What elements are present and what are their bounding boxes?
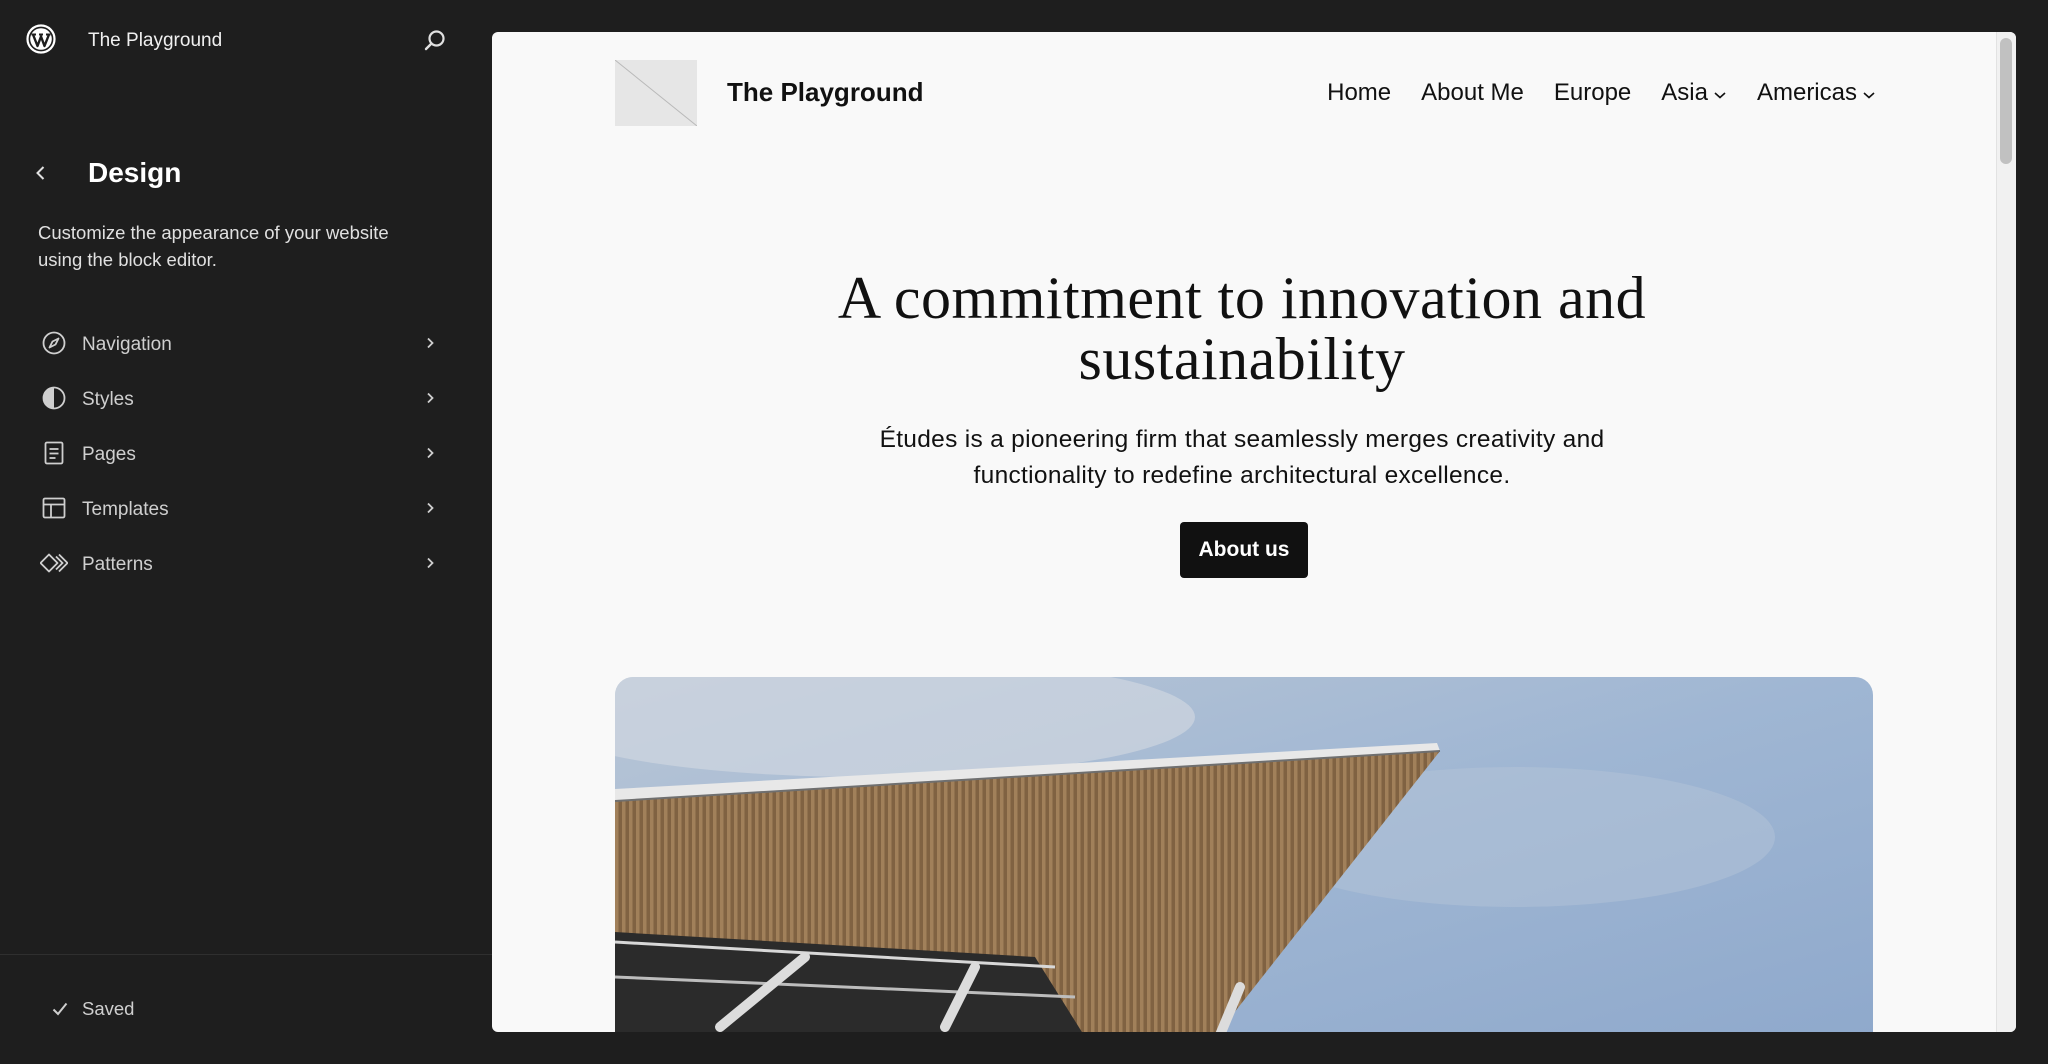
panel-description: Customize the appearance of your website…	[38, 222, 389, 270]
menu-item-label: Templates	[82, 499, 169, 520]
scrollbar-thumb[interactable]	[2000, 38, 2012, 164]
wordpress-logo-icon[interactable]	[26, 24, 56, 54]
placeholder-image-icon	[614, 59, 698, 127]
hero-image[interactable]	[615, 677, 1873, 1032]
chevron-right-icon	[427, 392, 434, 404]
back-button[interactable]	[26, 158, 56, 188]
nav-item-home[interactable]: Home	[1327, 79, 1391, 107]
menu-item-label: Pages	[82, 444, 136, 465]
chevron-right-icon	[427, 447, 434, 459]
menu-item-label: Patterns	[82, 554, 153, 575]
preview-scrollbar[interactable]	[1996, 32, 2016, 1032]
styles-icon	[42, 386, 66, 410]
hero-paragraph[interactable]: Études is a pioneering firm that seamles…	[842, 422, 1642, 494]
site-editor-sidebar: The Playground Design Customize the appe…	[0, 0, 492, 1064]
pages-icon	[44, 441, 64, 465]
design-menu: Navigation Styles Pages Templates Patter…	[30, 316, 458, 591]
nav-item-label: About Me	[1421, 79, 1524, 106]
menu-item-navigation[interactable]: Navigation	[30, 316, 458, 371]
chevron-down-icon	[1714, 92, 1726, 99]
save-status-label: Saved	[82, 998, 135, 1019]
nav-item-label: Americas	[1756, 79, 1857, 106]
chevron-right-icon	[427, 337, 434, 349]
sidebar-topbar: The Playground	[0, 0, 492, 84]
menu-item-label: Navigation	[82, 334, 172, 355]
site-logo-placeholder[interactable]	[614, 59, 698, 127]
menu-item-pages[interactable]: Pages	[30, 426, 458, 481]
nav-item-about-me[interactable]: About Me	[1421, 79, 1524, 107]
save-status: Saved	[50, 998, 134, 1020]
templates-icon	[42, 497, 66, 519]
search-button[interactable]	[420, 26, 450, 56]
nav-item-americas[interactable]: Americas	[1757, 79, 1876, 107]
chevron-down-icon	[1863, 92, 1875, 99]
patterns-icon	[40, 553, 68, 573]
navigation-icon	[42, 331, 66, 355]
site-navigation: Home About Me Europe Asia Americas	[1297, 79, 1876, 107]
hero-heading[interactable]: A commitment to innovation and sustainab…	[692, 268, 1792, 390]
sidebar-footer-divider	[0, 954, 492, 955]
building-canopy-image	[615, 677, 1873, 1032]
about-us-button[interactable]: About us	[1180, 522, 1308, 578]
panel-title: Design	[88, 157, 182, 188]
site-title[interactable]: The Playground	[727, 77, 923, 108]
chevron-right-icon	[427, 502, 434, 514]
chevron-left-icon	[36, 166, 45, 180]
site-name-link[interactable]: The Playground	[88, 30, 222, 52]
menu-item-patterns[interactable]: Patterns	[30, 536, 458, 591]
menu-item-label: Styles	[82, 389, 134, 410]
site-preview-canvas[interactable]: The Playground Home About Me Europe Asia…	[492, 32, 2016, 1032]
chevron-right-icon	[427, 557, 434, 569]
menu-item-templates[interactable]: Templates	[30, 481, 458, 536]
nav-item-asia[interactable]: Asia	[1661, 79, 1727, 107]
search-icon	[424, 30, 445, 51]
nav-item-label: Europe	[1553, 79, 1632, 106]
checkmark-icon	[52, 1002, 68, 1016]
nav-item-europe[interactable]: Europe	[1554, 79, 1631, 107]
nav-item-label: Asia	[1661, 79, 1708, 106]
nav-item-label: Home	[1327, 79, 1392, 106]
menu-item-styles[interactable]: Styles	[30, 371, 458, 426]
